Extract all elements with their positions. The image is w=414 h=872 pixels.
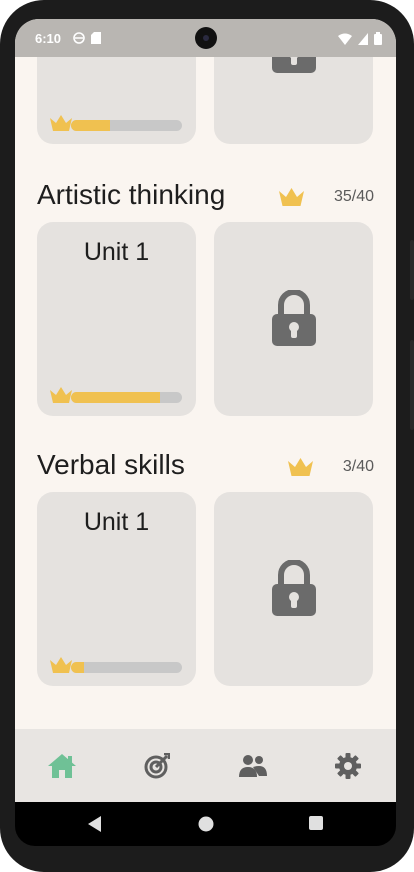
people-icon <box>239 755 267 777</box>
locked-unit-card[interactable] <box>214 222 373 416</box>
progress-track <box>71 120 182 131</box>
front-camera <box>195 27 217 49</box>
progress-fill <box>71 120 110 131</box>
unit-progress <box>49 384 183 404</box>
nav-people[interactable] <box>237 751 269 781</box>
unit-card[interactable]: Unit 1 <box>37 492 196 686</box>
status-icons-left <box>73 32 101 44</box>
bottom-nav <box>15 729 396 802</box>
crown-icon <box>50 657 72 673</box>
crown-icon <box>50 387 72 403</box>
section-crown-icon <box>279 188 304 206</box>
section-crown-icon <box>288 458 313 476</box>
crown-icon <box>50 115 72 131</box>
recents-icon[interactable] <box>309 816 323 830</box>
unit-progress <box>49 112 183 132</box>
status-time: 6:10 <box>35 31 62 46</box>
locked-unit-card[interactable] <box>214 492 373 686</box>
back-icon[interactable] <box>88 816 102 832</box>
target-icon <box>144 753 170 779</box>
nav-settings[interactable] <box>332 751 364 781</box>
section-title: Artistic thinking <box>37 179 226 210</box>
lock-icon <box>272 560 316 616</box>
signal-icon <box>358 32 368 45</box>
lock-icon <box>272 57 316 73</box>
main-content[interactable]: Artistic thinking 35/40 Unit 1 Verbal sk… <box>15 57 396 729</box>
section-score: 3/40 <box>342 458 374 475</box>
status-bar: 6:10 <box>15 19 396 57</box>
sync-icon <box>73 32 85 44</box>
wifi-icon <box>338 33 352 45</box>
system-nav-bar <box>15 802 396 846</box>
progress-fill <box>71 662 85 673</box>
settings-icon <box>335 753 361 779</box>
status-icons-right <box>338 32 382 45</box>
unit-title: Unit 1 <box>83 508 150 536</box>
unit-title: Unit 1 <box>83 238 150 266</box>
home-button-icon[interactable] <box>198 816 214 832</box>
sd-card-icon <box>91 32 101 44</box>
power-button <box>410 240 414 300</box>
locked-card-previous[interactable] <box>214 57 373 144</box>
nav-goals[interactable] <box>141 751 173 781</box>
section-title: Verbal skills <box>37 449 185 480</box>
unit-card-previous[interactable] <box>37 57 196 144</box>
lock-icon <box>272 290 316 346</box>
battery-icon <box>374 32 382 45</box>
progress-track <box>71 392 182 403</box>
volume-button <box>410 340 414 430</box>
nav-home[interactable] <box>46 751 78 781</box>
unit-progress <box>49 654 183 674</box>
phone-frame: 6:10 Artistic thinking 35/40 Unit 1 Verb… <box>0 0 414 872</box>
unit-card[interactable]: Unit 1 <box>37 222 196 416</box>
screen: 6:10 Artistic thinking 35/40 Unit 1 Verb… <box>15 19 396 802</box>
progress-track <box>71 662 182 673</box>
section-score: 35/40 <box>333 188 374 205</box>
home-icon <box>48 754 76 778</box>
progress-fill <box>71 392 160 403</box>
